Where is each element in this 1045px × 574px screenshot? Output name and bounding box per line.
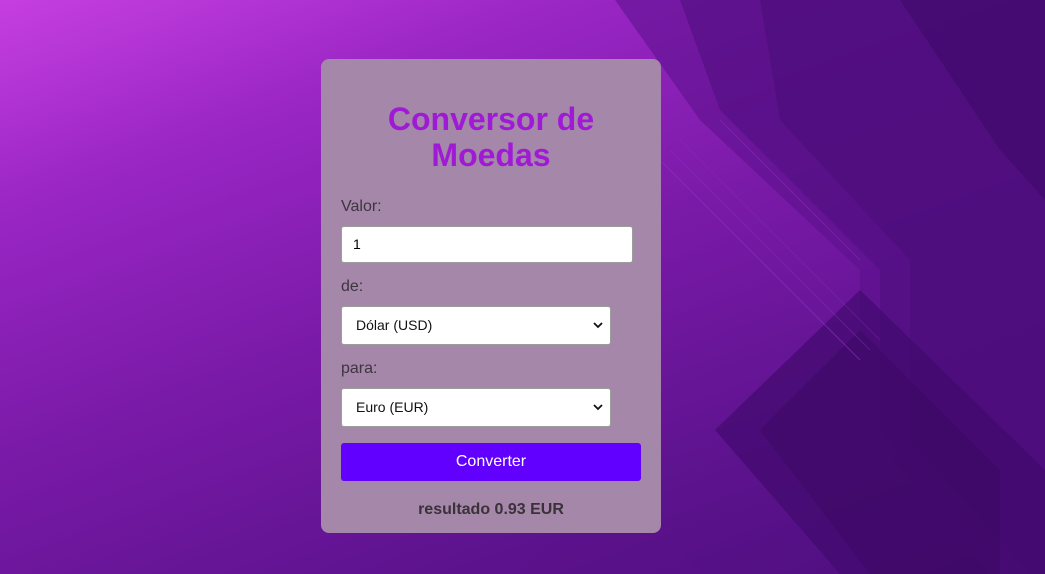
amount-label: Valor: <box>341 198 382 215</box>
page-title: Conversor de Moedas <box>387 101 595 173</box>
to-currency-label: para: <box>341 360 378 377</box>
from-currency-label: de: <box>341 278 364 295</box>
to-currency-value: Euro (EUR) <box>356 399 429 415</box>
chevron-down-icon <box>593 404 603 411</box>
amount-input[interactable]: 1 <box>341 226 633 263</box>
convert-button[interactable]: Converter <box>341 443 641 481</box>
result-text: resultado 0.93 EUR <box>418 501 564 518</box>
from-currency-select[interactable]: Dólar (USD) <box>341 306 611 345</box>
to-currency-select[interactable]: Euro (EUR) <box>341 388 611 427</box>
converter-card: Conversor de Moedas Valor: 1 de: Dólar (… <box>321 59 661 533</box>
chevron-down-icon <box>593 322 603 329</box>
from-currency-value: Dólar (USD) <box>356 317 433 333</box>
